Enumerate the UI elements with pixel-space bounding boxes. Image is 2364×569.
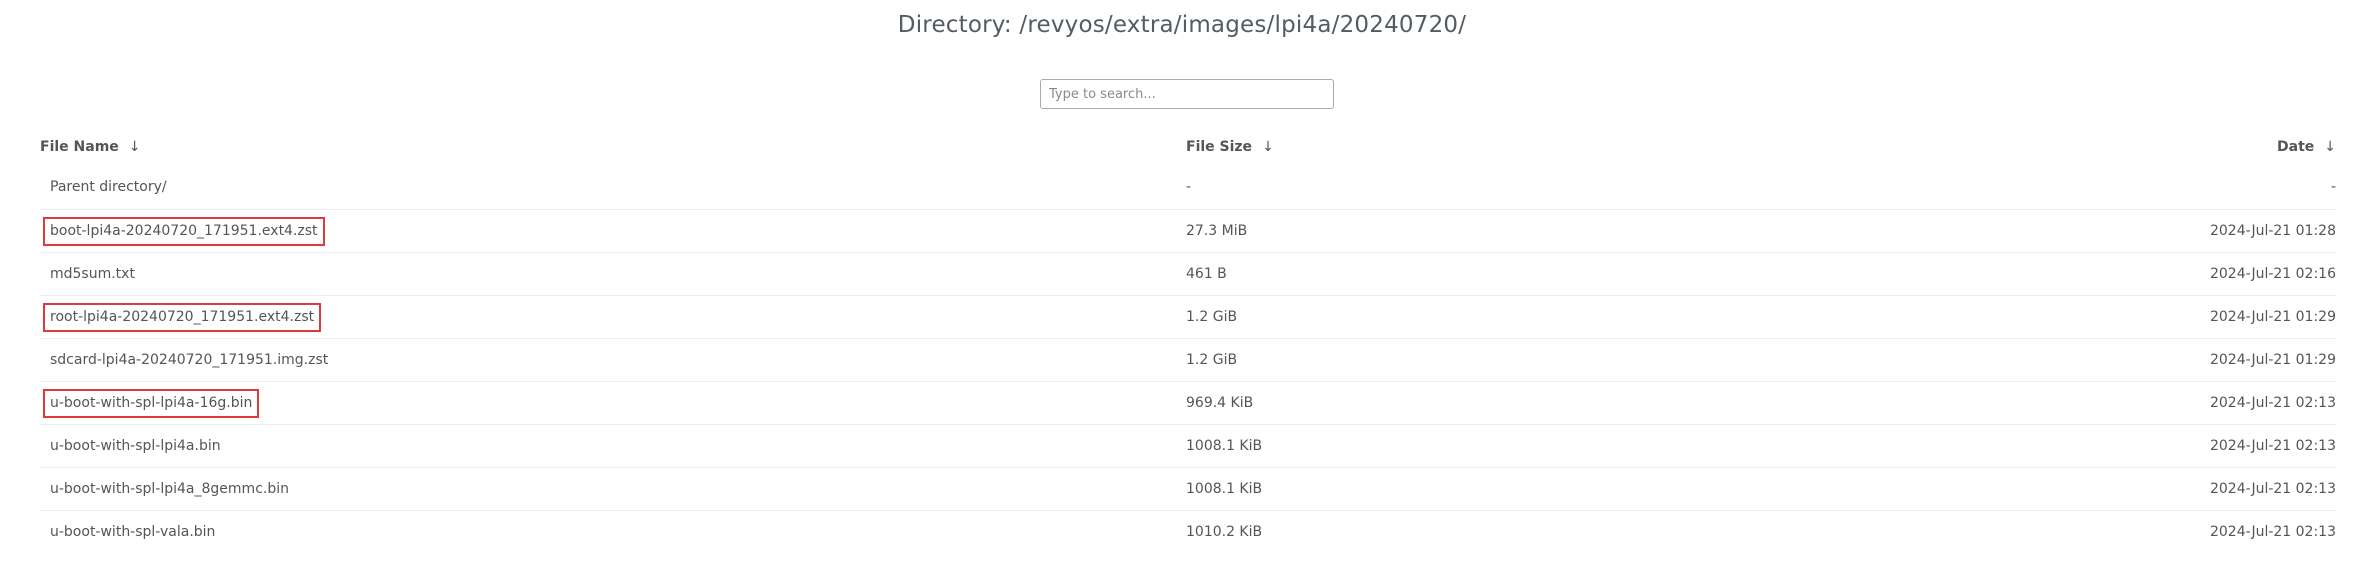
column-header-date[interactable]: Date ↓ [2277, 137, 2336, 157]
table-row: boot-lpi4a-20240720_171951.ext4.zst 27.3 … [40, 209, 2336, 252]
file-size-cell: 461 B [1186, 266, 1227, 282]
file-link[interactable]: u-boot-with-spl-lpi4a_8gemmc.bin [50, 481, 289, 497]
file-date-cell: 2024-Jul-21 02:13 [2209, 524, 2336, 540]
table-row: u-boot-with-spl-lpi4a-16g.bin 969.4 KiB 20… [40, 381, 2336, 424]
table-header: File Name ↓ File Size ↓ Date ↓ [40, 124, 2336, 166]
file-name-cell: u-boot-with-spl-lpi4a_8gemmc.bin [50, 468, 289, 511]
table-row: u-boot-with-spl-vala.bin 1010.2 KiB 2024-J… [40, 510, 2336, 553]
down-arrow-icon: ↓ [2324, 139, 2336, 155]
table-body: Parent directory/ - - boot-lpi4a-20240720_1… [40, 166, 2336, 553]
file-link[interactable]: Parent directory/ [50, 179, 167, 195]
file-link[interactable]: sdcard-lpi4a-20240720_171951.img.zst [50, 352, 328, 368]
column-header-label: File Name [40, 139, 119, 155]
down-arrow-icon: ↓ [1262, 139, 1274, 155]
file-link[interactable]: md5sum.txt [50, 266, 135, 282]
table-row: root-lpi4a-20240720_171951.ext4.zst 1.2 G… [40, 295, 2336, 338]
column-header-label: Date [2277, 139, 2315, 155]
file-size-cell: 1.2 GiB [1186, 309, 1238, 325]
column-header-file-name[interactable]: File Name ↓ [40, 137, 141, 157]
file-size-cell: 969.4 KiB [1186, 395, 1254, 411]
file-size-cell: 1008.1 KiB [1186, 438, 1263, 454]
down-arrow-icon: ↓ [128, 139, 141, 155]
file-link[interactable]: u-boot-with-spl-vala.bin [50, 524, 215, 540]
file-date-cell: - [2330, 179, 2336, 195]
file-name-cell: Parent directory/ [50, 166, 167, 209]
file-name-cell: u-boot-with-spl-lpi4a.bin [50, 425, 221, 468]
table-row: u-boot-with-spl-lpi4a_8gemmc.bin 1008.1 K… [40, 467, 2336, 510]
file-name-cell: u-boot-with-spl-vala.bin [50, 511, 215, 554]
highlight-box [43, 217, 325, 246]
file-date-cell: 2024-Jul-21 01:29 [2209, 309, 2336, 325]
table-row: u-boot-with-spl-lpi4a.bin 1008.1 KiB 2024-… [40, 424, 2336, 467]
file-date-cell: 2024-Jul-21 01:28 [2209, 223, 2336, 239]
file-size-cell: 1008.1 KiB [1186, 481, 1263, 497]
file-date-cell: 2024-Jul-21 02:16 [2209, 266, 2336, 282]
page-title: Directory: /revyos/extra/images/lpi4a/20… [897, 12, 1467, 38]
file-name-cell: sdcard-lpi4a-20240720_171951.img.zst [50, 339, 328, 382]
file-size-cell: - [1186, 179, 1192, 195]
file-size-cell: 1.2 GiB [1186, 352, 1238, 368]
file-link[interactable]: u-boot-with-spl-lpi4a.bin [50, 438, 221, 454]
file-listing-table: File Name ↓ File Size ↓ Date ↓ Parent direc… [40, 124, 2336, 553]
column-header-file-size[interactable]: File Size ↓ [1186, 137, 1274, 157]
file-date-cell: 2024-Jul-21 02:13 [2209, 395, 2336, 411]
search-box [1040, 79, 1334, 109]
file-date-cell: 2024-Jul-21 02:13 [2209, 438, 2336, 454]
file-date-cell: 2024-Jul-21 01:29 [2209, 352, 2336, 368]
file-size-cell: 1010.2 KiB [1186, 524, 1263, 540]
table-row: md5sum.txt 461 B 2024-Jul-21 02:16 [40, 252, 2336, 295]
highlight-box [43, 389, 260, 418]
search-input[interactable] [1040, 79, 1334, 109]
highlight-box [43, 303, 322, 332]
column-header-label: File Size [1186, 139, 1253, 155]
table-row: Parent directory/ - - [40, 166, 2336, 209]
file-name-cell: md5sum.txt [50, 253, 135, 296]
file-date-cell: 2024-Jul-21 02:13 [2209, 481, 2336, 497]
table-row: sdcard-lpi4a-20240720_171951.img.zst 1.2 … [40, 338, 2336, 381]
file-size-cell: 27.3 MiB [1186, 223, 1248, 239]
